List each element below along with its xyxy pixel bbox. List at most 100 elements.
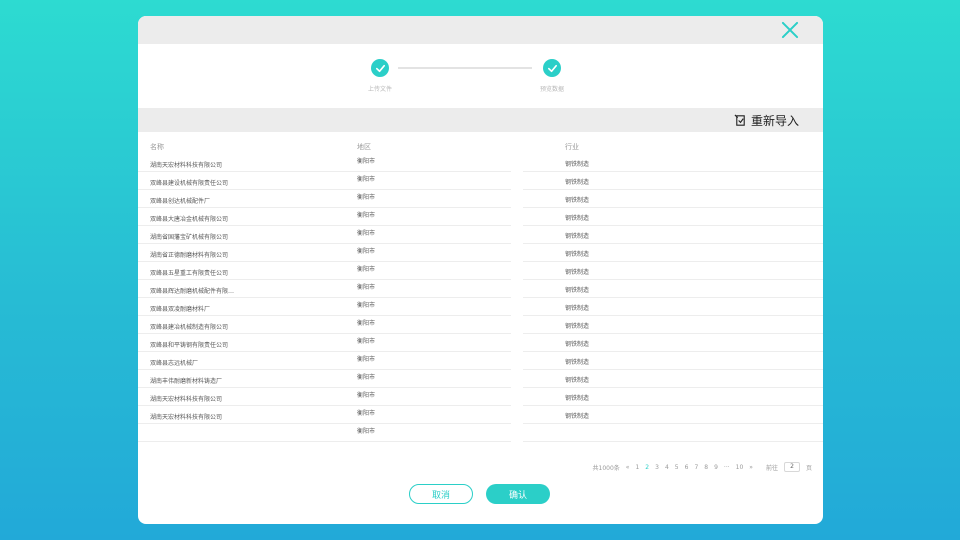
table-row: 钢铁制造	[523, 334, 823, 352]
goto-page-input[interactable]: 2	[783, 462, 800, 472]
step-label: 预览数据	[539, 86, 564, 93]
table-cell-region: 衡阳市	[357, 284, 376, 291]
table-row: 钢铁制造	[523, 316, 823, 334]
table-cell-industry: 钢铁制造	[565, 269, 590, 276]
table-cell-name: 双峰县大唐冶金机械有限公司	[150, 216, 229, 223]
table-row: 钢铁制造	[523, 226, 823, 244]
page-5[interactable]: 5	[675, 464, 679, 471]
cancel-button[interactable]: 取消	[409, 484, 473, 504]
table-cell-industry: 钢铁制造	[565, 323, 590, 330]
table-cell-name: 湖南天宏材料科技有限公司	[150, 162, 223, 169]
page-3[interactable]: 3	[655, 464, 659, 471]
table-row: 钢铁制造	[523, 352, 823, 370]
reimport-label: 重新导入	[750, 114, 799, 128]
page-1[interactable]: 1	[635, 464, 639, 471]
check-icon	[543, 59, 561, 77]
pagination-total: 共1000条	[592, 464, 620, 472]
table-cell-region: 衡阳市	[357, 158, 376, 165]
table-row: 钢铁制造	[523, 244, 823, 262]
table-row: 衡阳市	[345, 334, 511, 352]
page-2[interactable]: 2	[645, 464, 649, 471]
table-cell-name: 湖南天宏材料科技有限公司	[150, 414, 223, 421]
table-cell-region: 衡阳市	[357, 356, 376, 363]
table-cell-name: 双峰县建冶机械制造有限公司	[150, 324, 229, 331]
table-row: 衡阳市	[345, 370, 511, 388]
reimport-button[interactable]: 重新导入	[734, 112, 799, 129]
table-cell-name: 双峰县双凌耐磨材料厂	[150, 306, 211, 313]
table-cell-industry: 钢铁制造	[565, 197, 590, 204]
prev-page-icon[interactable]: «	[626, 464, 630, 471]
table-cell-industry: 钢铁制造	[565, 179, 590, 186]
table-row: 衡阳市	[345, 172, 511, 190]
table-row: 衡阳市	[345, 424, 511, 442]
table-cell-name: 湖南丰伟耐磨新材料铸造厂	[150, 378, 223, 385]
table-cell-name: 湖南省正德耐磨材料有限公司	[150, 252, 229, 259]
confirm-button[interactable]: 确认	[486, 484, 550, 504]
table-row: 钢铁制造	[523, 406, 823, 424]
page-9[interactable]: 9	[714, 464, 718, 471]
table-row: 钢铁制造	[523, 388, 823, 406]
table-cell-name: 双峰县建设机械有限责任公司	[150, 180, 229, 187]
next-page-icon[interactable]: »	[749, 464, 753, 471]
dialog-footer: 取消 确认	[138, 484, 823, 504]
page-4[interactable]: 4	[665, 464, 669, 471]
table-row	[523, 424, 823, 442]
page-6[interactable]: 6	[685, 464, 689, 471]
preview-table: 名称 地区 行业 湖南天宏材料科技有限公司 双峰县建设机械有限责任公司 双峰县创达机…	[138, 142, 823, 450]
reimport-icon	[734, 114, 745, 126]
stepper: 上传文件 预览数据	[138, 44, 823, 108]
page-ellipsis[interactable]: ···	[724, 464, 730, 471]
page-8[interactable]: 8	[704, 464, 708, 471]
table-cell-industry: 钢铁制造	[565, 413, 590, 420]
step-preview: 预览数据	[522, 59, 582, 93]
page-10[interactable]: 10	[736, 464, 744, 471]
table-cell-industry: 钢铁制造	[565, 395, 590, 402]
table-cell-industry: 钢铁制造	[565, 233, 590, 240]
table-row: 衡阳市	[345, 154, 511, 172]
table-cell-region: 衡阳市	[357, 302, 376, 309]
import-dialog: 上传文件 预览数据 重新导入 名称 地区 行业 湖南天宏材料科技有限公司 双峰县建…	[138, 16, 823, 524]
toolbar: 重新导入	[138, 108, 823, 132]
table-cell-name: 双峰县和平铸钢有限责任公司	[150, 342, 229, 349]
header-name: 名称	[150, 143, 164, 151]
table-cell-region: 衡阳市	[357, 212, 376, 219]
table-cell-region: 衡阳市	[357, 374, 376, 381]
goto-suffix: 页	[805, 464, 812, 472]
table-row: 衡阳市	[345, 244, 511, 262]
table-cell-region: 衡阳市	[357, 248, 376, 255]
table-row: 衡阳市	[345, 280, 511, 298]
table-row: 钢铁制造	[523, 298, 823, 316]
page-7[interactable]: 7	[694, 464, 698, 471]
header-industry: 行业	[565, 143, 579, 151]
table-row: 衡阳市	[345, 190, 511, 208]
table-cell-industry: 钢铁制造	[565, 287, 590, 294]
table-cell-region: 衡阳市	[357, 194, 376, 201]
table-row: 钢铁制造	[523, 172, 823, 190]
table-row: 钢铁制造	[523, 190, 823, 208]
table-cell-name: 湖南天宏材料科技有限公司	[150, 396, 223, 403]
table-cell-region: 衡阳市	[357, 230, 376, 237]
table-row: 钢铁制造	[523, 280, 823, 298]
table-row: 衡阳市	[345, 406, 511, 424]
table-row: 衡阳市	[345, 316, 511, 334]
table-header: 名称 地区 行业	[138, 142, 823, 154]
check-icon	[371, 59, 389, 77]
table-cell-name: 双峰县创达机械配件厂	[150, 198, 211, 205]
table-row: 衡阳市	[345, 298, 511, 316]
table-row: 钢铁制造	[523, 262, 823, 280]
table-row: 钢铁制造	[523, 154, 823, 172]
step-connector	[398, 67, 532, 69]
table-cell-region: 衡阳市	[357, 320, 376, 327]
header-region: 地区	[357, 143, 371, 151]
table-cell-industry: 钢铁制造	[565, 359, 590, 366]
table-cell-region: 衡阳市	[357, 410, 376, 417]
table-cell-region: 衡阳市	[357, 266, 376, 273]
table-cell-region: 衡阳市	[357, 176, 376, 183]
close-icon[interactable]	[781, 21, 799, 39]
table-cell-industry: 钢铁制造	[565, 161, 590, 168]
table-row: 衡阳市	[345, 226, 511, 244]
table-row: 衡阳市	[345, 388, 511, 406]
table-cell-region: 衡阳市	[357, 338, 376, 345]
table-cell-name: 湖南省国藩宝矿机械有限公司	[150, 234, 229, 241]
table-cell-industry: 钢铁制造	[565, 377, 590, 384]
